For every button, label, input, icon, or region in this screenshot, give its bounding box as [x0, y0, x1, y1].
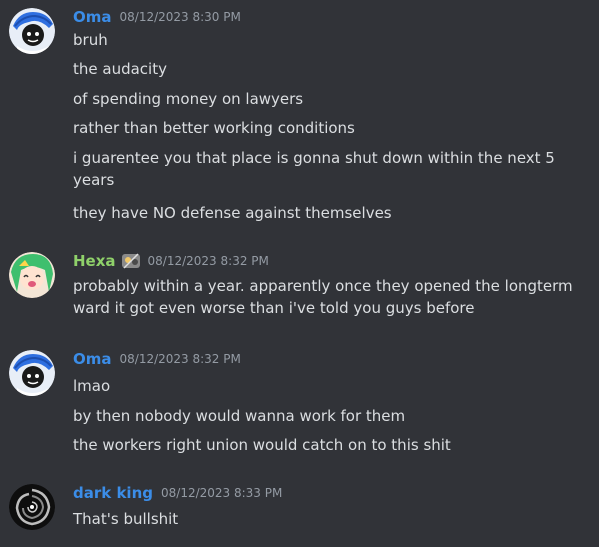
message-text: bruh: [73, 31, 108, 49]
username[interactable]: Oma: [73, 8, 112, 26]
username[interactable]: dark king: [73, 484, 153, 502]
user-avatar-oma[interactable]: [9, 350, 55, 396]
role-badge-icon[interactable]: [120, 250, 142, 272]
timestamp[interactable]: 08/12/2023 8:30 PM: [120, 10, 241, 24]
message-header: dark king 08/12/2023 8:33 PM: [73, 482, 282, 504]
message-text: lmao: [73, 377, 111, 395]
message-text: by then nobody would wanna work for them: [73, 407, 406, 425]
message-text: i guarentee you that place is gonna shut…: [73, 149, 555, 189]
message-header: Oma 08/12/2023 8:30 PM: [73, 6, 241, 28]
avatar-oma-icon: [9, 8, 55, 54]
avatar-oma-icon: [9, 350, 55, 396]
avatar-darkking-icon: [9, 484, 55, 530]
timestamp[interactable]: 08/12/2023 8:32 PM: [148, 254, 269, 268]
user-avatar-oma[interactable]: [9, 8, 55, 54]
message-text: rather than better working conditions: [73, 119, 355, 137]
badge-icon: [121, 253, 140, 269]
message-header: Oma 08/12/2023 8:32 PM: [73, 348, 241, 370]
username[interactable]: Hexa: [73, 252, 116, 270]
message-text: the workers right union would catch on t…: [73, 436, 451, 454]
message-header: Hexa 08/12/2023 8:32 PM: [73, 250, 269, 272]
timestamp[interactable]: 08/12/2023 8:32 PM: [120, 352, 241, 366]
username[interactable]: Oma: [73, 350, 112, 368]
avatar-hexa-icon: [9, 252, 55, 298]
message-text: they have NO defense against themselves: [73, 204, 392, 222]
message-text: of spending money on lawyers: [73, 90, 304, 108]
user-avatar-hexa[interactable]: [9, 252, 55, 298]
user-avatar-darkking[interactable]: [9, 484, 55, 530]
message-text: That's bullshit: [73, 510, 179, 528]
message-text: the audacity: [73, 60, 167, 78]
timestamp[interactable]: 08/12/2023 8:33 PM: [161, 486, 282, 500]
message-text: probably within a year. apparently once …: [73, 277, 573, 317]
